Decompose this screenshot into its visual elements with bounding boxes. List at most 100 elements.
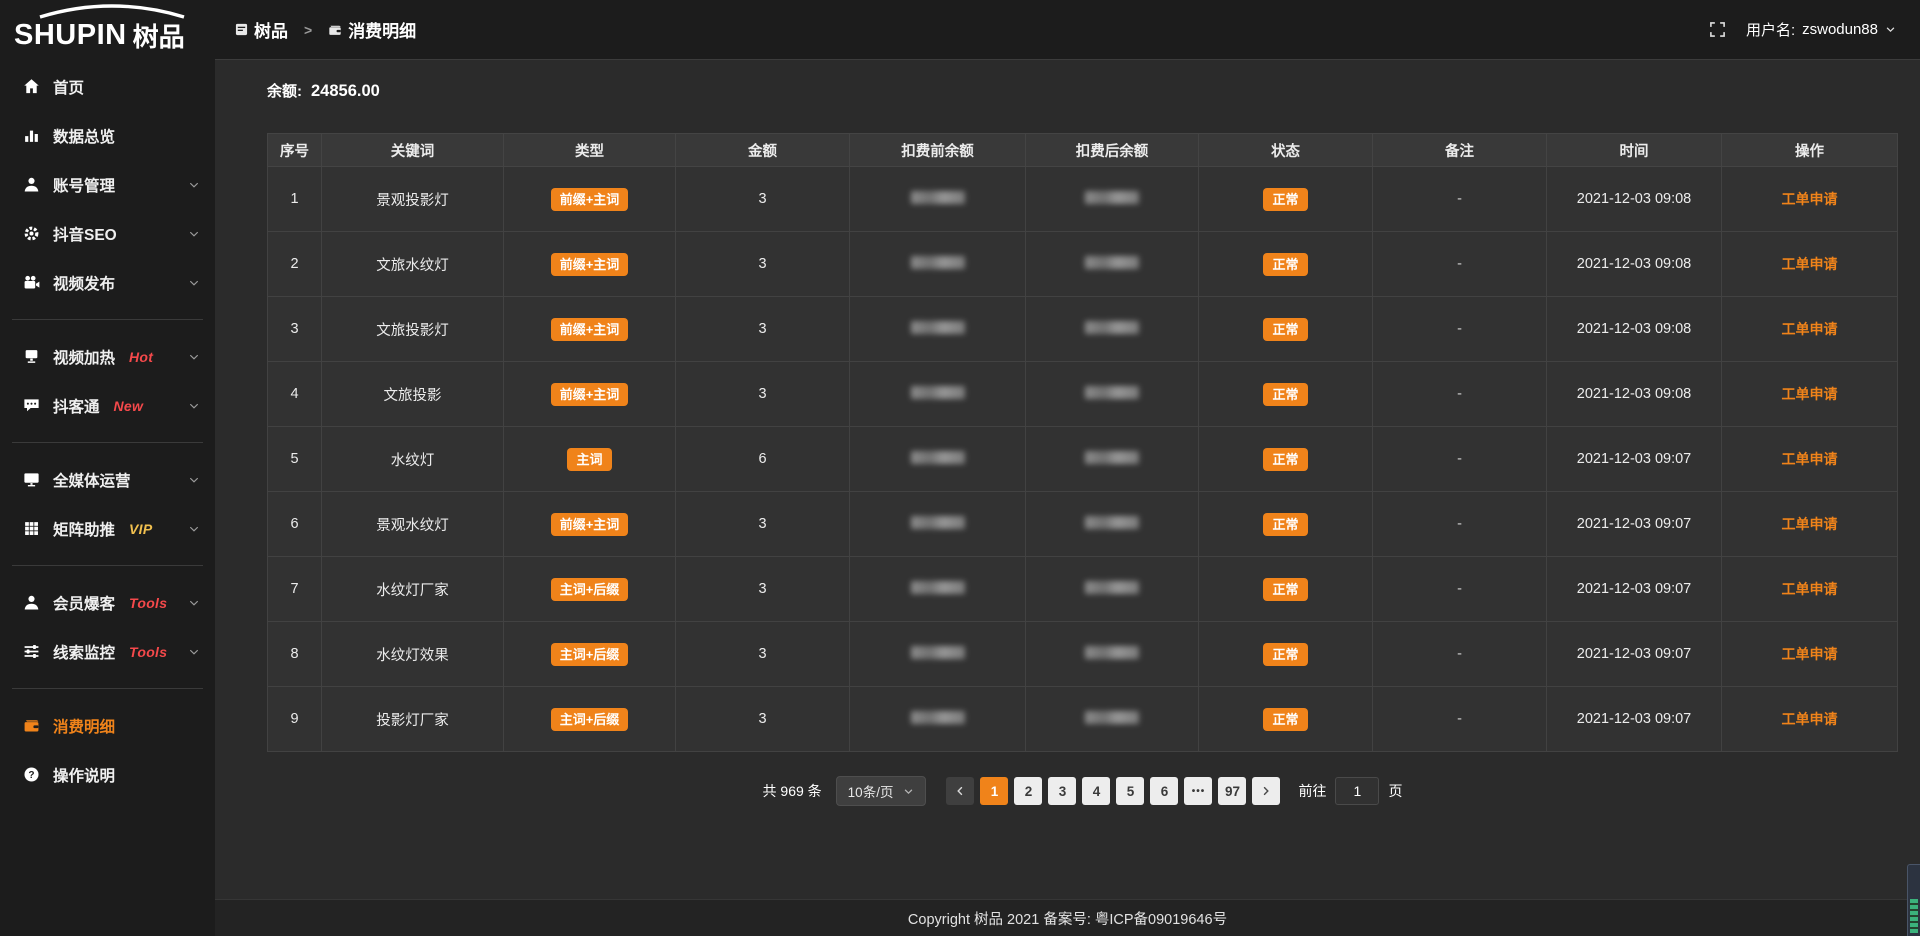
cell-index: 2 xyxy=(268,232,322,297)
goto-page-input[interactable] xyxy=(1335,777,1379,805)
redacted-value xyxy=(911,321,965,334)
sidebar-item-account-manage[interactable]: 账号管理 xyxy=(0,160,215,209)
breadcrumb-item-current[interactable]: 消费明细 xyxy=(328,17,416,42)
type-badge: 前缀+主词 xyxy=(551,318,629,341)
cell-index: 4 xyxy=(268,362,322,427)
cell-keyword: 文旅水纹灯 xyxy=(322,232,504,297)
work-order-link[interactable]: 工单申请 xyxy=(1782,516,1838,532)
cell-remark: - xyxy=(1373,622,1547,687)
sidebar-item-label: 线索监控 xyxy=(53,641,115,663)
status-badge: 正常 xyxy=(1263,448,1307,471)
breadcrumb-item-root[interactable]: 树品 xyxy=(235,17,288,42)
sidebar-divider xyxy=(12,319,203,320)
floating-widget[interactable] xyxy=(1907,864,1920,936)
cell-keyword: 文旅投影 xyxy=(322,362,504,427)
cell-amount: 3 xyxy=(676,232,850,297)
redacted-value xyxy=(911,581,965,594)
sidebar-item-matrix-boost[interactable]: 矩阵助推 VIP xyxy=(0,504,215,553)
vip-badge: VIP xyxy=(129,521,152,537)
sidebar-item-instructions[interactable]: ? 操作说明 xyxy=(0,750,215,799)
work-order-link[interactable]: 工单申请 xyxy=(1782,321,1838,337)
work-order-link[interactable]: 工单申请 xyxy=(1782,711,1838,727)
cell-status: 正常 xyxy=(1199,557,1373,622)
page-button-6[interactable]: 6 xyxy=(1150,777,1178,805)
page-button-3[interactable]: 3 xyxy=(1048,777,1076,805)
work-order-link[interactable]: 工单申请 xyxy=(1782,191,1838,207)
caret-down-icon xyxy=(1885,24,1896,35)
chevron-down-icon xyxy=(188,179,200,191)
redacted-value xyxy=(1085,451,1139,464)
cell-type: 前缀+主词 xyxy=(504,232,676,297)
chevron-down-icon xyxy=(903,786,914,797)
page-button-last[interactable]: 97 xyxy=(1218,777,1246,805)
cell-action: 工单申请 xyxy=(1722,622,1898,687)
sidebar-menu: 首页 数据总览 账号管理 抖音SEO 视频发布 xyxy=(0,62,215,799)
cell-remark: - xyxy=(1373,297,1547,362)
question-icon: ? xyxy=(22,766,40,783)
sidebar-item-douketong[interactable]: 抖客通 New xyxy=(0,381,215,430)
chat-icon xyxy=(22,397,40,414)
sidebar-divider xyxy=(12,442,203,443)
sidebar-item-video-publish[interactable]: 视频发布 xyxy=(0,258,215,307)
cell-remark: - xyxy=(1373,167,1547,232)
grid-icon xyxy=(22,520,40,537)
cell-remark: - xyxy=(1373,427,1547,492)
new-badge: New xyxy=(114,398,144,414)
page-button-4[interactable]: 4 xyxy=(1082,777,1110,805)
sidebar-item-label: 数据总览 xyxy=(53,125,115,147)
cell-index: 7 xyxy=(268,557,322,622)
status-badge: 正常 xyxy=(1263,253,1307,276)
page-ellipsis-button[interactable]: ••• xyxy=(1184,777,1212,805)
sidebar-item-data-overview[interactable]: 数据总览 xyxy=(0,111,215,160)
cell-action: 工单申请 xyxy=(1722,427,1898,492)
page-button-5[interactable]: 5 xyxy=(1116,777,1144,805)
cell-balance-before xyxy=(850,622,1026,687)
work-order-link[interactable]: 工单申请 xyxy=(1782,386,1838,402)
redacted-value xyxy=(911,386,965,399)
sidebar-item-douyin-seo[interactable]: 抖音SEO xyxy=(0,209,215,258)
chevron-right-icon xyxy=(1260,785,1272,797)
sidebar-item-consumption-detail[interactable]: 消费明细 xyxy=(0,701,215,750)
breadcrumb-label: 树品 xyxy=(254,17,288,42)
col-remark: 备注 xyxy=(1373,134,1547,167)
cell-balance-before xyxy=(850,427,1026,492)
cell-type: 前缀+主词 xyxy=(504,362,676,427)
sidebar-item-clue-monitor[interactable]: 线索监控 Tools xyxy=(0,627,215,676)
tools-badge: Tools xyxy=(129,595,167,611)
work-order-link[interactable]: 工单申请 xyxy=(1782,451,1838,467)
col-balance-before: 扣费前余额 xyxy=(850,134,1026,167)
page-button-2[interactable]: 2 xyxy=(1014,777,1042,805)
chevron-down-icon xyxy=(188,277,200,289)
col-balance-after: 扣费后余额 xyxy=(1026,134,1199,167)
cell-status: 正常 xyxy=(1199,622,1373,687)
type-badge: 主词+后缀 xyxy=(551,578,629,601)
work-order-link[interactable]: 工单申请 xyxy=(1782,646,1838,662)
cell-balance-after xyxy=(1026,492,1199,557)
sidebar-item-label: 消费明细 xyxy=(53,715,115,737)
page-button-1[interactable]: 1 xyxy=(980,777,1008,805)
redacted-value xyxy=(1085,321,1139,334)
redacted-value xyxy=(911,256,965,269)
chevron-down-icon xyxy=(188,400,200,412)
status-badge: 正常 xyxy=(1263,578,1307,601)
cell-amount: 3 xyxy=(676,362,850,427)
prev-page-button[interactable] xyxy=(946,777,974,805)
work-order-link[interactable]: 工单申请 xyxy=(1782,581,1838,597)
consumption-table: 序号 关键词 类型 金额 扣费前余额 扣费后余额 状态 备注 时间 操作 1 xyxy=(267,133,1898,752)
sidebar-item-video-heat[interactable]: 视频加热 Hot xyxy=(0,332,215,381)
type-badge: 主词 xyxy=(567,448,611,471)
chevron-down-icon xyxy=(188,523,200,535)
col-time: 时间 xyxy=(1547,134,1722,167)
user-menu[interactable]: 用户名: zswodun88 xyxy=(1746,19,1896,40)
work-order-link[interactable]: 工单申请 xyxy=(1782,256,1838,272)
goto-page: 前往 页 xyxy=(1298,777,1402,805)
sidebar-item-member-burst[interactable]: 会员爆客 Tools xyxy=(0,578,215,627)
page-size-select[interactable]: 10条/页 xyxy=(836,776,927,806)
sidebar-item-all-media[interactable]: 全媒体运营 xyxy=(0,455,215,504)
next-page-button[interactable] xyxy=(1252,777,1280,805)
sliders-icon xyxy=(22,643,40,660)
logo-text-cn: 树品 xyxy=(133,17,185,54)
sidebar-item-home[interactable]: 首页 xyxy=(0,62,215,111)
fullscreen-icon[interactable] xyxy=(1709,21,1726,38)
cell-time: 2021-12-03 09:07 xyxy=(1547,492,1722,557)
